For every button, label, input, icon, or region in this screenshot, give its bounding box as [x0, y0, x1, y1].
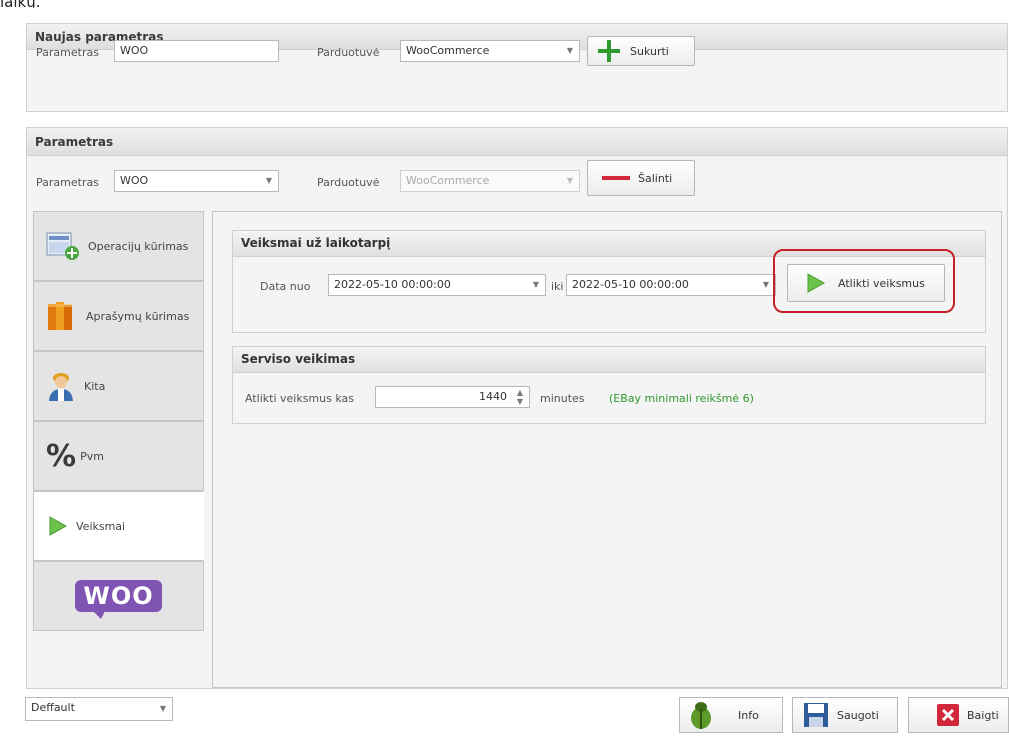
tab-other[interactable]: Kita [33, 351, 204, 421]
param-label: Parametras [36, 176, 99, 189]
tab-label: Veiksmai [76, 519, 126, 533]
tab-label: Operacijų kūrimas [88, 239, 189, 253]
create-button[interactable]: Sukurti [587, 36, 695, 66]
chevron-down-icon: ▼ [762, 280, 769, 289]
interval-spin-input[interactable]: 1440 ▲ ▼ [375, 386, 530, 408]
tab-operation-create[interactable]: Operacijų kūrimas [33, 211, 204, 281]
delete-label: Šalinti [638, 171, 673, 185]
create-operation-icon [46, 231, 80, 261]
date-from-value: 2022-05-10 00:00:00 [334, 278, 451, 291]
tab-actions[interactable]: Veiksmai [33, 491, 204, 561]
woo-logo-tail [93, 611, 106, 619]
info-button[interactable]: Info [679, 697, 783, 733]
tab-label: Aprašymų kūrimas [86, 309, 190, 323]
chevron-down-icon: ▼ [566, 46, 573, 55]
finish-label: Baigti [967, 708, 999, 722]
run-every-label: Atlikti veiksmus kas [245, 392, 354, 405]
new-store-label: Parduotuvė [317, 46, 380, 59]
play-icon [807, 273, 826, 293]
chevron-down-icon: ▼ [159, 704, 166, 713]
run-actions-button[interactable]: Atlikti veiksmus [787, 264, 945, 302]
service-group: Serviso veikimas [232, 346, 986, 424]
tab-label: Pvm [80, 449, 104, 463]
interval-value: 1440 [479, 390, 507, 403]
plus-icon [598, 40, 620, 62]
store-label: Parduotuvė [317, 176, 380, 189]
chevron-down-icon: ▼ [532, 280, 539, 289]
close-icon [937, 704, 959, 726]
new-parameter-group: Naujas parametras [26, 23, 1008, 112]
books-icon [46, 300, 78, 332]
user-icon [46, 370, 76, 402]
tab-vat[interactable]: % Pvm [33, 421, 204, 491]
profile-value: Deffault [31, 701, 75, 714]
woo-logo: WOO [75, 580, 162, 619]
new-store-select[interactable]: WooCommerce ▼ [400, 40, 580, 62]
floppy-disk-icon [804, 703, 828, 727]
parameter-title: Parametras [27, 128, 1007, 156]
finish-button[interactable]: Baigti [908, 697, 1009, 733]
new-store-value: WooCommerce [406, 44, 490, 57]
tab-label: Kita [84, 379, 106, 393]
tab-woo[interactable]: WOO [33, 561, 204, 631]
woo-logo-text: WOO [75, 580, 162, 612]
profile-select[interactable]: Deffault ▼ [25, 697, 173, 721]
spin-arrows-icon[interactable]: ▲ ▼ [517, 388, 523, 406]
delete-button[interactable]: Šalinti [587, 160, 695, 196]
new-param-input[interactable]: WOO [114, 40, 279, 62]
minus-icon [602, 176, 630, 180]
date-from-label: Data nuo [260, 280, 311, 293]
date-from-input[interactable]: 2022-05-10 00:00:00 ▼ [328, 274, 546, 296]
service-title: Serviso veikimas [233, 347, 985, 373]
chevron-down-icon: ▼ [566, 176, 573, 185]
param-select-value: WOO [120, 174, 149, 187]
ebay-minimum-note: (EBay minimali reikšmė 6) [609, 392, 754, 405]
chevron-down-icon: ▼ [265, 176, 272, 185]
create-label: Sukurti [630, 44, 669, 58]
tab-description-create[interactable]: Aprašymų kūrimas [33, 281, 204, 351]
save-label: Saugoti [837, 708, 879, 722]
date-to-input[interactable]: 2022-05-10 00:00:00 ▼ [566, 274, 776, 296]
run-actions-label: Atlikti veiksmus [838, 276, 925, 290]
info-label: Info [738, 708, 759, 722]
minutes-label: minutes [540, 392, 585, 405]
to-label: iki [551, 280, 564, 293]
param-select[interactable]: WOO ▼ [114, 170, 279, 192]
store-select-disabled: WooCommerce ▼ [400, 170, 580, 192]
store-select-value: WooCommerce [406, 174, 490, 187]
play-icon [46, 515, 68, 537]
bug-icon [691, 702, 711, 729]
new-param-label: Parametras [36, 46, 99, 59]
date-to-value: 2022-05-10 00:00:00 [572, 278, 689, 291]
save-button[interactable]: Saugoti [792, 697, 898, 733]
percent-icon: % [46, 438, 77, 474]
